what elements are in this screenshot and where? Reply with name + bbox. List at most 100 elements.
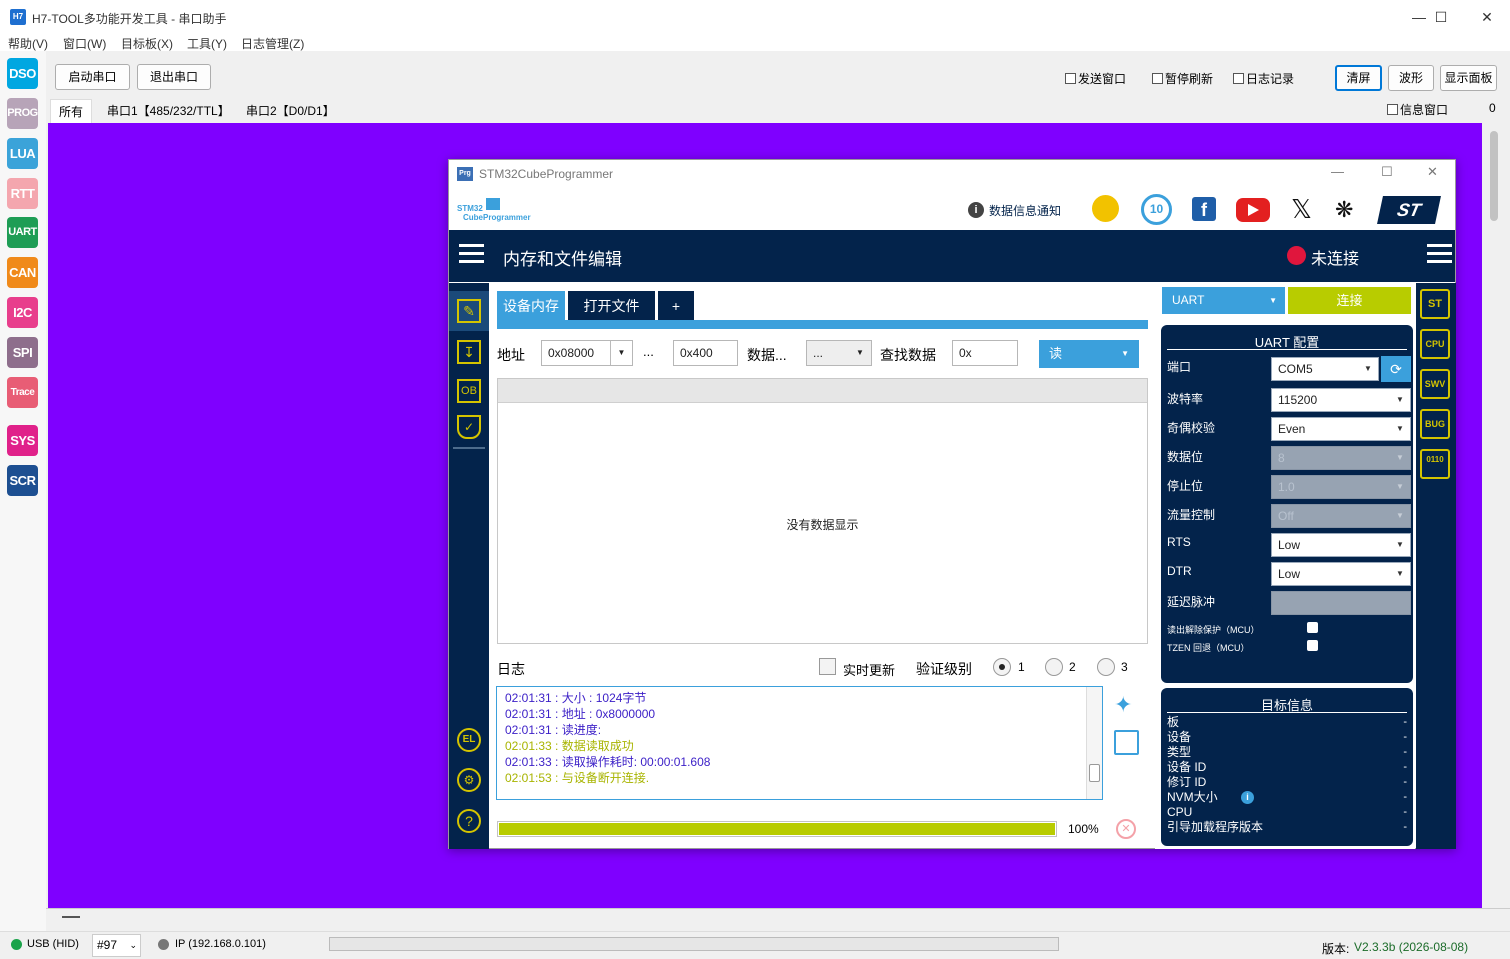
tab-port1[interactable]: 串口1【485/232/TTL】 [99, 99, 238, 123]
device-id-value: - [1403, 761, 1407, 773]
stm-maximize-button[interactable]: ☐ [1381, 164, 1393, 180]
delay-pulse-input [1271, 591, 1411, 615]
youtube-icon[interactable] [1236, 198, 1270, 222]
menu-log-manage[interactable]: 日志管理(Z) [241, 35, 304, 52]
tab-port2[interactable]: 串口2【D0/D1】 [238, 99, 343, 123]
memory-data-grid[interactable]: 没有数据显示 [497, 378, 1148, 644]
menu-window[interactable]: 窗口(W) [63, 35, 106, 52]
dtr-select[interactable]: Low ▼ [1271, 562, 1411, 586]
data-width-select[interactable]: ... ▼ [806, 340, 872, 366]
pause-refresh-checkbox[interactable]: 暂停刷新 [1152, 70, 1213, 87]
log-scrollbar[interactable] [1086, 687, 1102, 799]
info-icon[interactable]: i [968, 202, 984, 218]
chevron-down-icon: ▼ [1396, 482, 1404, 491]
send-window-label: 发送窗口 [1078, 72, 1127, 86]
tab-open-file[interactable]: 打开文件 [568, 291, 655, 321]
tab-device-memory[interactable]: 设备内存 [497, 291, 565, 321]
clear-log-brush-icon[interactable]: ✦ [1114, 692, 1132, 718]
port-label: 端口 [1167, 360, 1192, 374]
port-select[interactable]: COM5 ▼ [1271, 357, 1379, 381]
notification-icon[interactable] [1092, 195, 1119, 222]
log-record-checkbox[interactable]: 日志记录 [1233, 70, 1294, 87]
stm-minimize-button[interactable]: — [1331, 164, 1344, 179]
debug-bug-icon[interactable]: BUG [1420, 409, 1450, 439]
rts-select[interactable]: Low ▼ [1271, 533, 1411, 557]
anniversary-badge-icon[interactable]: 10 [1141, 194, 1172, 225]
exit-port-button[interactable]: 退出串口 [137, 64, 211, 90]
mode-dso-button[interactable]: DSO [7, 58, 38, 89]
nav-memory-edit[interactable]: ✎ [449, 291, 489, 331]
mode-lua-button[interactable]: LUA [7, 138, 38, 169]
show-panel-button[interactable]: 显示面板 [1440, 65, 1497, 91]
menu-hamburger-icon[interactable] [459, 244, 484, 247]
option-bytes-icon[interactable]: OB [457, 379, 481, 403]
nvm-info-icon[interactable]: i [1241, 791, 1254, 804]
tab-add-button[interactable]: + [658, 291, 694, 321]
refresh-ports-icon[interactable]: ⟳ [1381, 356, 1411, 382]
connection-type-select[interactable]: UART ▼ [1162, 287, 1285, 314]
find-data-input[interactable]: 0x [952, 340, 1018, 366]
parity-select[interactable]: Even ▼ [1271, 417, 1411, 441]
facebook-icon[interactable]: f [1192, 197, 1216, 221]
port-number-select[interactable]: #97 ⌄ [92, 934, 141, 957]
mode-sys-button[interactable]: SYS [7, 425, 38, 456]
community-icon[interactable]: ❋ [1335, 197, 1353, 223]
help-icon[interactable]: ? [457, 809, 481, 833]
security-shield-icon[interactable]: ✓ [457, 415, 481, 439]
address-input[interactable]: 0x08000 ▼ [541, 340, 633, 366]
x-twitter-icon[interactable]: 𝕏 [1291, 194, 1312, 225]
realtime-update-checkbox[interactable] [819, 658, 836, 675]
collapse-handle-icon[interactable] [62, 916, 80, 918]
size-input[interactable]: 0x400 [673, 340, 738, 366]
address-ellipsis: ... [643, 344, 654, 359]
save-log-icon[interactable] [1114, 730, 1139, 755]
scrollbar-thumb[interactable] [1490, 131, 1498, 221]
mode-scr-button[interactable]: SCR [7, 465, 38, 496]
clear-screen-button[interactable]: 清屏 [1335, 65, 1382, 91]
mode-trace-button[interactable]: Trace [7, 377, 38, 408]
version-value: V2.3.3b (2026-08-08) [1354, 940, 1469, 954]
menu-target-board[interactable]: 目标板(X) [121, 35, 173, 52]
plugin-icon[interactable]: ⚙ [457, 768, 481, 792]
wave-button[interactable]: 波形 [1388, 65, 1434, 91]
mode-spi-button[interactable]: SPI [7, 337, 38, 368]
close-button[interactable]: ✕ [1464, 0, 1510, 34]
verify-level-1-radio[interactable] [993, 658, 1011, 676]
log-scrollbar-thumb[interactable] [1089, 764, 1100, 782]
start-port-button[interactable]: 启动串口 [55, 64, 130, 90]
chevron-down-icon: ▼ [1396, 540, 1404, 549]
connect-button[interactable]: 连接 [1288, 287, 1411, 314]
baudrate-select[interactable]: 115200 ▼ [1271, 388, 1411, 412]
mode-i2c-button[interactable]: I2C [7, 297, 38, 328]
window-titlebar: H7 H7-TOOL多功能开发工具 - 串口助手 — ☐ ✕ [0, 0, 1510, 34]
read-unprotect-checkbox[interactable] [1307, 622, 1318, 633]
verify-level-2-radio[interactable] [1045, 658, 1063, 676]
cancel-icon[interactable]: ✕ [1116, 819, 1136, 839]
terminal-scrollbar[interactable] [1482, 123, 1510, 908]
send-window-checkbox[interactable]: 发送窗口 [1065, 70, 1126, 87]
el-icon[interactable]: EL [457, 728, 481, 752]
stm-close-button[interactable]: ✕ [1427, 164, 1438, 180]
menu-tools[interactable]: 工具(Y) [187, 35, 227, 52]
cpu-tool-icon[interactable]: CPU [1420, 329, 1450, 359]
maximize-button[interactable]: ☐ [1418, 0, 1464, 34]
chevron-down-icon[interactable]: ▼ [610, 341, 632, 365]
side-menu-hamburger-icon[interactable] [1427, 244, 1452, 247]
mode-can-button[interactable]: CAN [7, 257, 38, 288]
menu-help[interactable]: 帮助(V) [8, 35, 48, 52]
st-tool-icon[interactable]: ST [1420, 289, 1450, 319]
mode-uart-button[interactable]: UART [7, 217, 38, 248]
tzen-regression-checkbox[interactable] [1307, 640, 1318, 651]
data-width-value: ... [813, 346, 824, 360]
verify-level-3-radio[interactable] [1097, 658, 1115, 676]
port-tabs: 所有 串口1【485/232/TTL】 串口2【D0/D1】 [48, 99, 1510, 123]
log-console[interactable]: 02:01:31 : 大小 : 1024字节 02:01:31 : 地址 : 0… [496, 686, 1103, 800]
download-icon[interactable]: ↧ [457, 340, 481, 364]
mode-rtt-button[interactable]: RTT [7, 178, 38, 209]
data-info-notice[interactable]: 数据信息通知 [989, 202, 1061, 219]
swv-tool-icon[interactable]: SWV [1420, 369, 1450, 399]
binary-tool-icon[interactable]: 0110 [1420, 449, 1450, 479]
tab-all[interactable]: 所有 [50, 99, 93, 123]
mode-prog-button[interactable]: PROG [7, 98, 38, 129]
read-button[interactable]: 读 ▼ [1039, 340, 1139, 368]
